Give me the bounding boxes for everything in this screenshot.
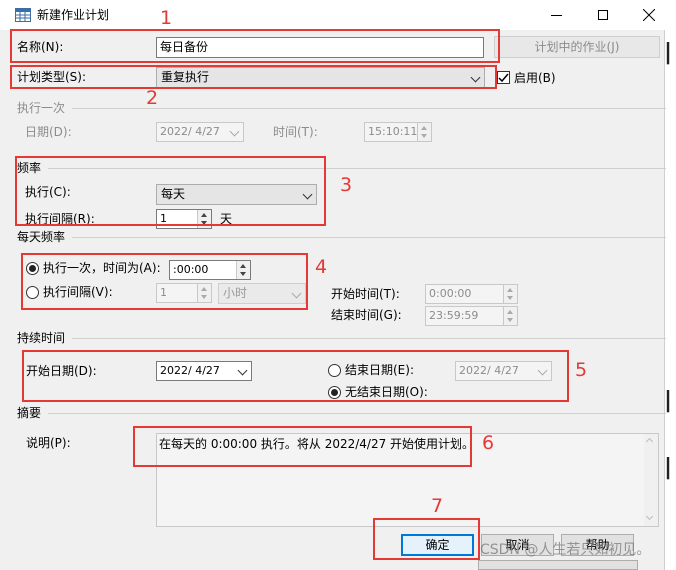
app-icon	[15, 8, 31, 22]
end-time-spinner[interactable]	[503, 307, 517, 325]
background-window-left	[0, 340, 6, 420]
one-time-time-input[interactable]: 15:10:11	[364, 122, 432, 142]
close-button[interactable]	[626, 0, 672, 30]
maximize-icon	[598, 10, 608, 20]
duration-section-title: 持续时间	[17, 331, 66, 345]
enabled-checkbox[interactable]	[497, 71, 510, 84]
annotation-number-2: 2	[146, 87, 159, 109]
one-time-date-value: 2022/ 4/27	[160, 125, 220, 138]
annotation-box-6	[133, 426, 472, 467]
one-time-section-title: 执行一次	[17, 101, 66, 115]
annotation-number-7: 7	[431, 495, 444, 517]
background-text: |	[664, 40, 673, 65]
annotation-number-1: 1	[160, 7, 173, 29]
background-text: |	[664, 455, 673, 480]
background-text: |	[664, 388, 673, 413]
annotation-number-3: 3	[340, 174, 353, 196]
daily-frequency-section-title: 每天频率	[17, 230, 66, 244]
minimize-button[interactable]	[534, 0, 580, 30]
annotation-box-5	[22, 350, 569, 402]
one-time-date-label: 日期(D):	[25, 125, 72, 139]
window-title: 新建作业计划	[37, 8, 110, 22]
end-time-label: 结束时间(G):	[331, 308, 402, 322]
divider	[72, 108, 666, 109]
start-time-value: 0:00:00	[429, 287, 472, 300]
divider	[72, 237, 666, 238]
background-window	[664, 30, 676, 570]
one-time-time-value: 15:10:11	[368, 125, 418, 138]
one-time-time-label: 时间(T):	[273, 125, 318, 139]
annotation-box-1	[10, 29, 500, 63]
start-time-label: 开始时间(T):	[331, 287, 400, 301]
one-time-date-picker[interactable]: 2022/ 4/27	[156, 122, 244, 142]
divider	[72, 338, 666, 339]
close-icon	[643, 9, 655, 21]
divider	[48, 413, 666, 414]
start-time-input[interactable]: 0:00:00	[425, 284, 518, 304]
chevron-down-icon	[229, 126, 240, 137]
description-label: 说明(P):	[26, 436, 71, 450]
end-time-input[interactable]: 23:59:59	[425, 306, 518, 326]
scrollbar[interactable]	[644, 434, 658, 526]
end-time-value: 23:59:59	[429, 309, 479, 322]
annotation-box-7	[373, 518, 480, 560]
annotation-number-4: 4	[315, 256, 328, 278]
enabled-label: 启用(B)	[514, 71, 556, 85]
time-spinner[interactable]	[417, 123, 431, 141]
background-button-edge	[478, 560, 638, 570]
summary-section-title: 摘要	[17, 406, 42, 420]
annotation-number-6: 6	[482, 432, 495, 454]
maximize-button[interactable]	[580, 0, 626, 30]
jobs-in-schedule-button[interactable]: 计划中的作业(J)	[494, 36, 660, 58]
checkmark-icon	[498, 73, 509, 83]
start-time-spinner[interactable]	[503, 285, 517, 303]
annotation-box-4	[21, 253, 308, 310]
minimize-icon	[551, 15, 562, 16]
watermark: CSDN @人生若只如初见。	[480, 542, 651, 558]
annotation-box-2	[10, 65, 497, 89]
scroll-up-icon	[645, 437, 654, 446]
annotation-box-3	[15, 156, 326, 226]
scroll-down-icon	[645, 512, 654, 521]
annotation-number-5: 5	[575, 359, 588, 381]
